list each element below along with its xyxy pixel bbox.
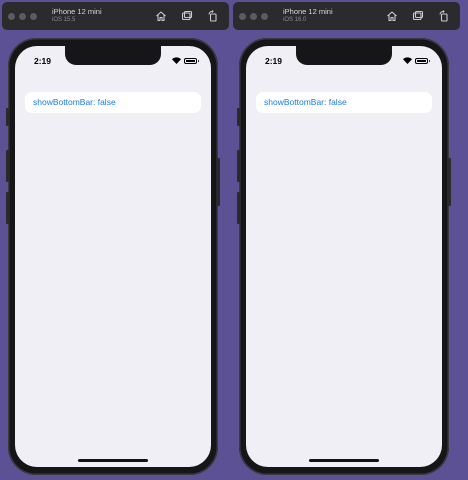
simulator-window-left: iPhone 12 mini iOS 15.5 2:19 showBottomB… bbox=[2, 0, 229, 480]
status-bar-icons bbox=[403, 57, 430, 64]
show-bottom-bar-toggle-link[interactable]: showBottomBar: false bbox=[264, 97, 347, 107]
home-icon[interactable] bbox=[386, 10, 398, 22]
titlebar-toolbar bbox=[155, 10, 219, 22]
screenshot-icon[interactable] bbox=[412, 10, 424, 22]
rotate-icon[interactable] bbox=[438, 10, 450, 22]
screenshot-icon[interactable] bbox=[181, 10, 193, 22]
notch bbox=[65, 46, 161, 65]
home-icon[interactable] bbox=[155, 10, 167, 22]
volume-up-button bbox=[237, 150, 240, 182]
volume-down-button bbox=[6, 192, 9, 224]
battery-icon bbox=[415, 57, 430, 64]
device-name: iPhone 12 mini bbox=[283, 7, 333, 16]
status-bar-time: 2:19 bbox=[34, 56, 52, 66]
rotate-icon[interactable] bbox=[207, 10, 219, 22]
device-screen: 2:19 showBottomBar: false bbox=[15, 46, 211, 467]
window-controls bbox=[239, 13, 268, 20]
volume-down-button bbox=[237, 192, 240, 224]
power-button bbox=[448, 158, 451, 206]
simulator-title: iPhone 12 mini iOS 15.5 bbox=[52, 7, 102, 24]
home-indicator[interactable] bbox=[78, 459, 148, 462]
wifi-icon bbox=[172, 57, 181, 64]
os-version: iOS 15.5 bbox=[52, 17, 76, 23]
simulator-titlebar: iPhone 12 mini iOS 16.0 bbox=[233, 2, 460, 30]
zoom-window-button[interactable] bbox=[30, 13, 37, 20]
power-button bbox=[217, 158, 220, 206]
os-version: iOS 16.0 bbox=[283, 17, 307, 23]
close-window-button[interactable] bbox=[8, 13, 15, 20]
volume-up-button bbox=[6, 150, 9, 182]
titlebar-toolbar bbox=[386, 10, 450, 22]
close-window-button[interactable] bbox=[239, 13, 246, 20]
iphone-frame: 2:19 showBottomBar: false bbox=[6, 38, 220, 475]
zoom-window-button[interactable] bbox=[261, 13, 268, 20]
iphone-frame: 2:19 showBottomBar: false bbox=[237, 38, 451, 475]
minimize-window-button[interactable] bbox=[250, 13, 257, 20]
simulator-window-right: iPhone 12 mini iOS 16.0 2:19 showBottomB… bbox=[233, 0, 460, 480]
list-row-show-bottom-bar[interactable]: showBottomBar: false bbox=[25, 92, 201, 113]
notch bbox=[296, 46, 392, 65]
status-bar-icons bbox=[172, 57, 199, 64]
device-screen: 2:19 showBottomBar: false bbox=[246, 46, 442, 467]
simulator-titlebar: iPhone 12 mini iOS 15.5 bbox=[2, 2, 229, 30]
battery-icon bbox=[184, 57, 199, 64]
mute-switch bbox=[6, 108, 9, 126]
window-controls bbox=[8, 13, 37, 20]
mute-switch bbox=[237, 108, 240, 126]
home-indicator[interactable] bbox=[309, 459, 379, 462]
list-row-show-bottom-bar[interactable]: showBottomBar: false bbox=[256, 92, 432, 113]
minimize-window-button[interactable] bbox=[19, 13, 26, 20]
status-bar-time: 2:19 bbox=[265, 56, 283, 66]
device-name: iPhone 12 mini bbox=[52, 7, 102, 16]
show-bottom-bar-toggle-link[interactable]: showBottomBar: false bbox=[33, 97, 116, 107]
simulator-title: iPhone 12 mini iOS 16.0 bbox=[283, 7, 333, 24]
wifi-icon bbox=[403, 57, 412, 64]
